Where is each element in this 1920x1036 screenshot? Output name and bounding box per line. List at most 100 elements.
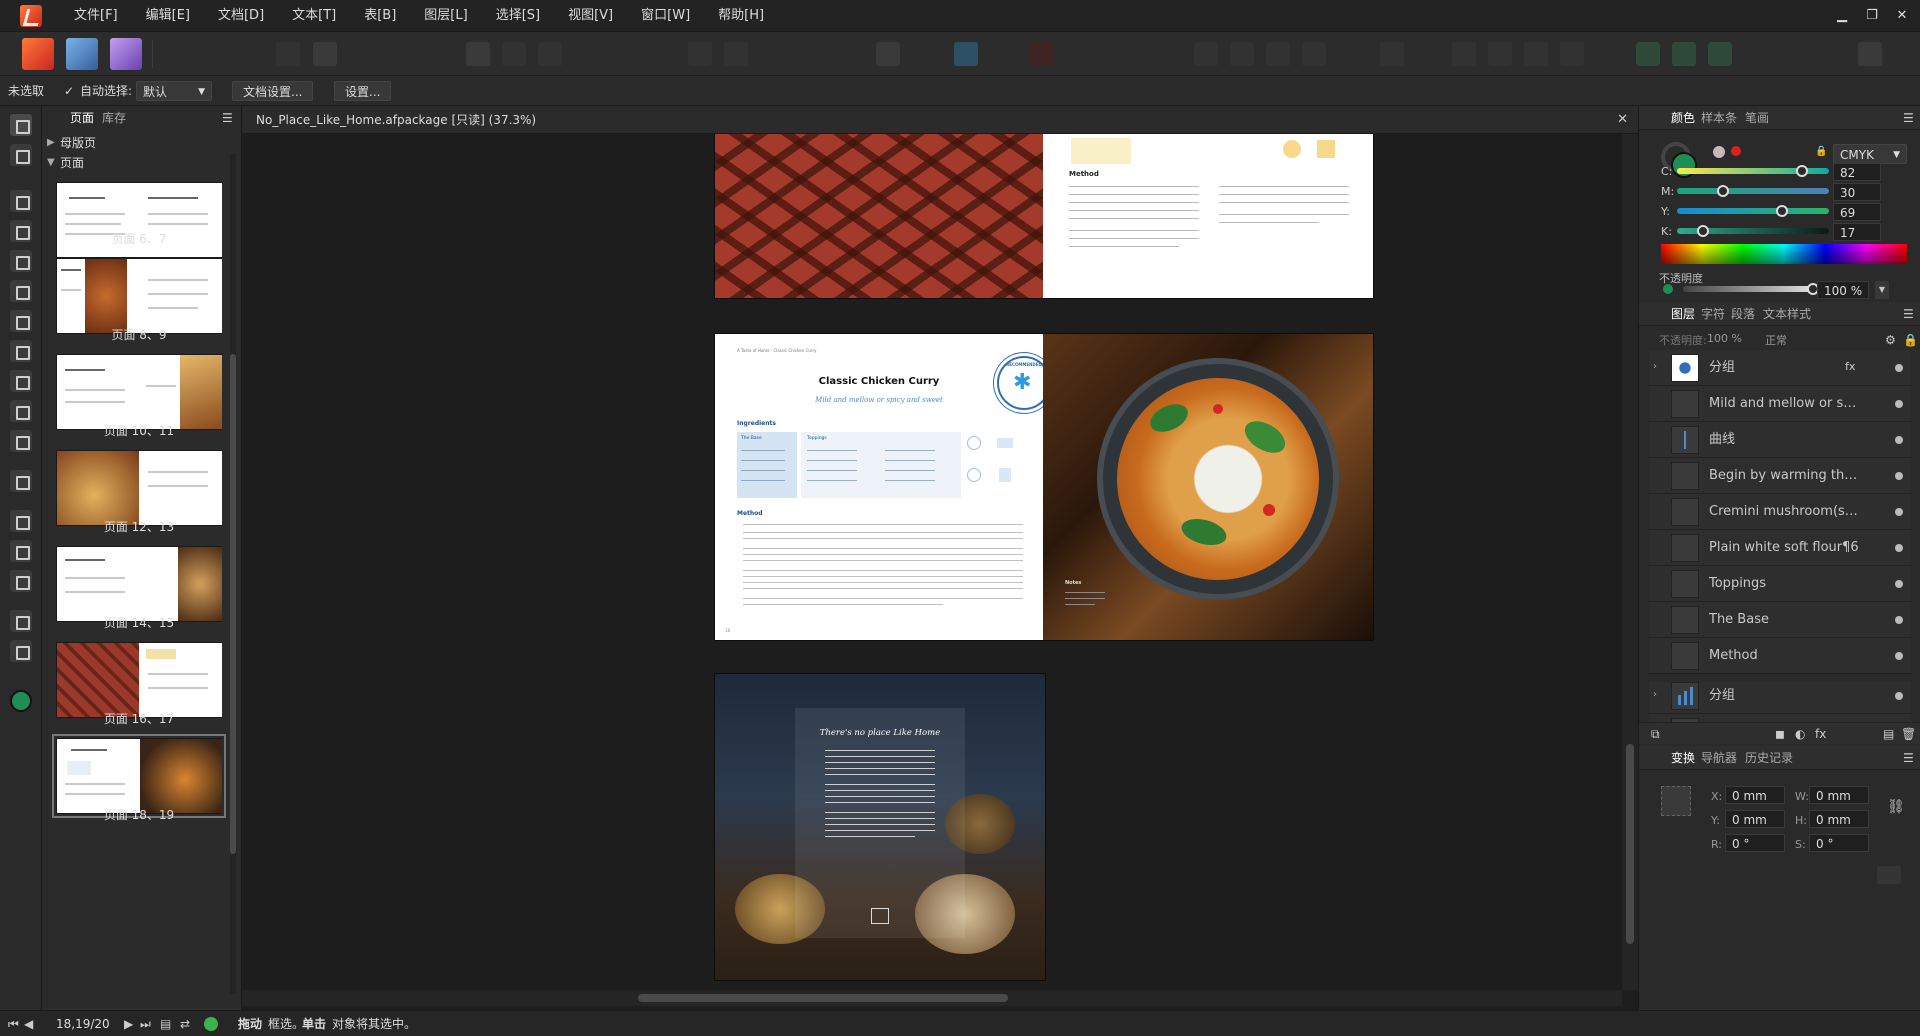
- layer-row[interactable]: › 分组 fx: [1649, 350, 1911, 386]
- pen-tool-icon[interactable]: [10, 280, 32, 302]
- mask-icon[interactable]: ◼: [1775, 728, 1785, 740]
- rectangle-tool-icon[interactable]: [10, 310, 32, 332]
- move-tool-icon[interactable]: [10, 114, 32, 136]
- tab-swatches[interactable]: 样本条: [1701, 106, 1737, 130]
- flip-icon[interactable]: [1302, 42, 1326, 66]
- link-icon[interactable]: [724, 42, 748, 66]
- visibility-dot-icon[interactable]: [1895, 580, 1903, 588]
- document-setup-button[interactable]: 文档设置...: [232, 81, 314, 101]
- minimize-button[interactable]: ▁: [1828, 0, 1856, 32]
- zoom-tool-icon[interactable]: [10, 640, 32, 662]
- distribute-icon[interactable]: [1266, 42, 1290, 66]
- tab-transform[interactable]: 变换: [1671, 746, 1695, 770]
- layer-row[interactable]: Begin by warming the fl...: [1649, 458, 1911, 494]
- picture-frame-tool-icon[interactable]: [10, 340, 32, 362]
- arrange-icon[interactable]: [1194, 42, 1218, 66]
- spread-cover-page[interactable]: There's no place Like Home: [715, 674, 1045, 980]
- spread-thumbnail[interactable]: [56, 546, 222, 622]
- visibility-dot-icon[interactable]: [1895, 652, 1903, 660]
- magenta-slider-knob[interactable]: [1716, 185, 1729, 197]
- x-field[interactable]: 0 mm: [1725, 786, 1785, 804]
- opacity-value[interactable]: 100 %: [1817, 281, 1869, 299]
- y-field[interactable]: 0 mm: [1725, 810, 1785, 828]
- spread-thumbnail[interactable]: [56, 642, 222, 718]
- tab-layers[interactable]: 图层: [1671, 302, 1695, 326]
- rotate-icon[interactable]: [1380, 42, 1404, 66]
- studio-link-icon[interactable]: [1672, 42, 1696, 66]
- tab-history[interactable]: 历史记录: [1745, 746, 1793, 770]
- place-image-tool-icon[interactable]: [10, 400, 32, 422]
- magenta-value[interactable]: 30: [1833, 183, 1881, 201]
- transparency-tool-icon[interactable]: [10, 540, 32, 562]
- expand-arrow-icon[interactable]: ›: [1653, 689, 1657, 700]
- layer-row[interactable]: Mild and mellow or spicy: [1649, 386, 1911, 422]
- visibility-dot-icon[interactable]: [1895, 364, 1903, 372]
- menu-view[interactable]: 视图[V]: [554, 0, 627, 32]
- layer-row[interactable]: ›分组: [1649, 714, 1911, 722]
- document-tab[interactable]: No_Place_Like_Home.afpackage [只读] (37.3%…: [242, 106, 1638, 134]
- crop-tool-icon[interactable]: [10, 470, 32, 492]
- view-mode-icon[interactable]: [276, 42, 300, 66]
- menu-document[interactable]: 文档[D]: [204, 0, 278, 32]
- opacity-slider[interactable]: [1683, 286, 1811, 292]
- publisher-persona-icon[interactable]: [22, 38, 54, 70]
- layer-options-icon[interactable]: ⧉: [1651, 728, 1660, 740]
- photo-persona-icon[interactable]: [110, 38, 142, 70]
- spread-thumbnail-selected[interactable]: [52, 734, 226, 818]
- spread-chicken-curry[interactable]: A Taste of Home · Classic Chicken Curry …: [715, 334, 1373, 640]
- close-document-icon[interactable]: ✕: [1617, 106, 1628, 134]
- designer-persona-icon[interactable]: [66, 38, 98, 70]
- expand-arrow-icon[interactable]: ›: [1653, 361, 1657, 372]
- snapping-magnet-icon[interactable]: [1030, 42, 1054, 66]
- color-spectrum[interactable]: [1661, 244, 1907, 264]
- cyan-value[interactable]: 82: [1833, 163, 1881, 181]
- page-indicator[interactable]: 18,19/20: [56, 1011, 110, 1036]
- adjustment-icon[interactable]: ◐: [1795, 728, 1805, 740]
- panel-menu-icon[interactable]: ☰: [1903, 112, 1914, 124]
- ellipse-frame-tool-icon[interactable]: [10, 370, 32, 392]
- rotation-field[interactable]: 0 °: [1725, 834, 1785, 852]
- menu-table[interactable]: 表[B]: [350, 0, 410, 32]
- visibility-dot-icon[interactable]: [1895, 692, 1903, 700]
- link-proportions-icon[interactable]: ⛓: [1887, 800, 1905, 814]
- boolean-add-icon[interactable]: [1452, 42, 1476, 66]
- tab-stroke[interactable]: 笔画: [1745, 106, 1769, 130]
- fx-icon[interactable]: fx: [1845, 360, 1855, 373]
- menu-select[interactable]: 选择[S]: [482, 0, 554, 32]
- next-page-icon[interactable]: ▶: [124, 1018, 133, 1030]
- assistant-icon[interactable]: [1636, 42, 1660, 66]
- settings-gear-icon[interactable]: [313, 42, 337, 66]
- menu-file[interactable]: 文件[F]: [60, 0, 132, 32]
- height-field[interactable]: 0 mm: [1809, 810, 1869, 828]
- tab-paragraph[interactable]: 段落: [1731, 302, 1755, 326]
- layer-settings-gear-icon[interactable]: ⚙: [1885, 334, 1896, 346]
- blend-mode-value[interactable]: 正常: [1765, 332, 1787, 348]
- menu-layer[interactable]: 图层[L]: [410, 0, 481, 32]
- yellow-value[interactable]: 69: [1833, 203, 1881, 221]
- layer-row[interactable]: Method: [1649, 638, 1911, 674]
- account-user-icon[interactable]: [1858, 42, 1882, 66]
- first-page-icon[interactable]: ⏮: [8, 1018, 19, 1030]
- align-icon[interactable]: [1230, 42, 1254, 66]
- tab-color[interactable]: 颜色: [1671, 106, 1695, 130]
- menu-edit[interactable]: 编辑[E]: [132, 0, 204, 32]
- text-wrap-icon[interactable]: [876, 42, 900, 66]
- link-icon[interactable]: ⇄: [180, 1018, 190, 1030]
- spread-thumbnail[interactable]: [56, 450, 222, 526]
- visibility-dot-icon[interactable]: [1895, 508, 1903, 516]
- page-view-icon[interactable]: ▤: [160, 1018, 171, 1030]
- tab-navigator[interactable]: 导航器: [1701, 746, 1737, 770]
- transform-options-button[interactable]: [1877, 866, 1901, 884]
- width-field[interactable]: 0 mm: [1809, 786, 1869, 804]
- master-pages-section[interactable]: ▶ 母版页: [42, 132, 242, 154]
- yellow-slider-knob[interactable]: [1775, 205, 1788, 217]
- previous-page-icon[interactable]: ◀: [24, 1018, 33, 1030]
- visibility-dot-icon[interactable]: [1895, 616, 1903, 624]
- tab-character[interactable]: 字符: [1701, 302, 1725, 326]
- fx-icon[interactable]: fx: [1815, 728, 1826, 740]
- spread-thumbnail[interactable]: [56, 258, 222, 334]
- lock-icon[interactable]: 🔒: [1815, 146, 1827, 157]
- preview-page-icon[interactable]: [466, 42, 490, 66]
- spread-pie-recipe[interactable]: Method: [715, 134, 1373, 298]
- menu-help[interactable]: 帮助[H]: [704, 0, 778, 32]
